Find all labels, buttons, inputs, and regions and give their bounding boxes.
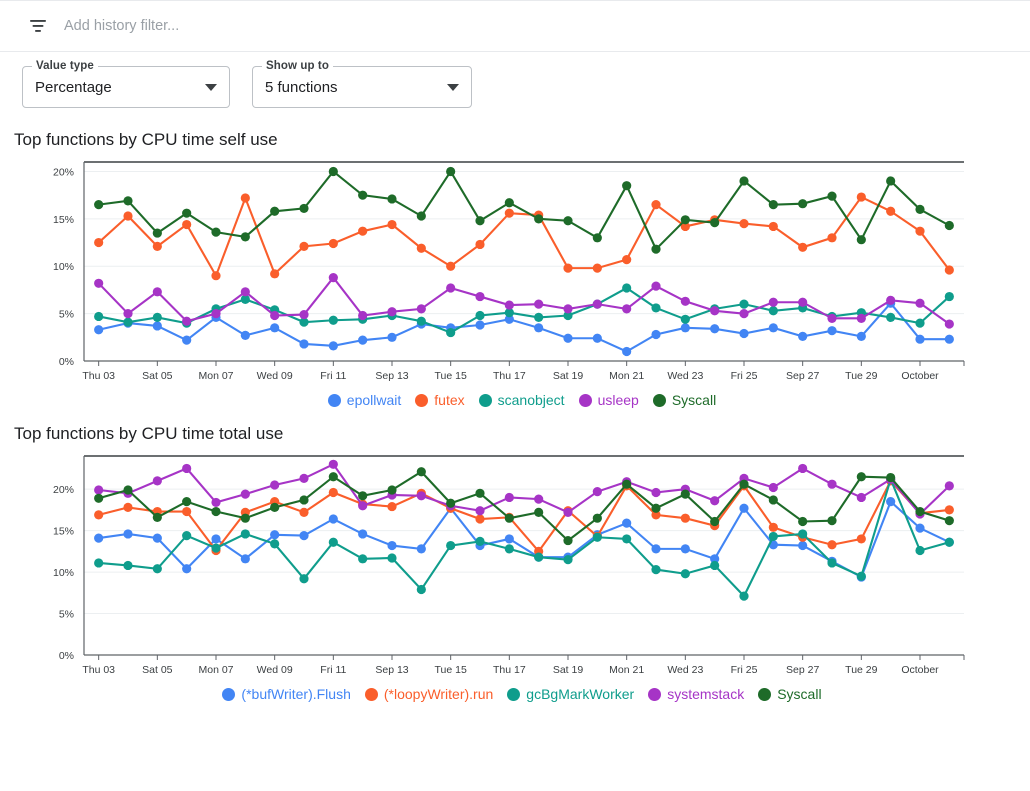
x-tick-label: Mon 21 bbox=[609, 664, 644, 676]
y-tick-label: 0% bbox=[59, 356, 74, 368]
x-tick-label: Thu 03 bbox=[82, 370, 115, 382]
legend-color-dot bbox=[365, 688, 378, 701]
y-tick-label: 10% bbox=[53, 567, 74, 579]
chart-self-use-title: Top functions by CPU time self use bbox=[14, 130, 1030, 156]
legend-label: (*loopyWriter).run bbox=[384, 686, 493, 702]
history-filter-input[interactable] bbox=[64, 18, 704, 34]
value-type-value: Percentage bbox=[35, 79, 197, 96]
x-tick-label: Sep 13 bbox=[375, 664, 408, 676]
y-tick-label: 5% bbox=[59, 309, 74, 321]
x-tick-label: Sep 13 bbox=[375, 370, 408, 382]
x-tick-label: Mon 07 bbox=[198, 664, 233, 676]
legend-item[interactable]: Syscall bbox=[758, 686, 821, 702]
value-type-select[interactable]: Value type Percentage bbox=[22, 66, 230, 108]
x-tick-label: Wed 09 bbox=[257, 664, 293, 676]
show-up-to-select[interactable]: Show up to 5 functions bbox=[252, 66, 472, 108]
legend-color-dot bbox=[579, 394, 592, 407]
chart-controls: Value type Percentage Show up to 5 funct… bbox=[0, 52, 1030, 108]
x-tick-label: Sat 05 bbox=[142, 370, 173, 382]
legend-label: epollwait bbox=[347, 392, 401, 408]
legend-item[interactable]: usleep bbox=[579, 392, 639, 408]
x-tick-label: Thu 17 bbox=[493, 664, 526, 676]
series--bufwriter-flush bbox=[94, 497, 954, 582]
legend-label: gcBgMarkWorker bbox=[526, 686, 634, 702]
x-tick-label: Fri 25 bbox=[731, 370, 758, 382]
x-tick-label: Wed 23 bbox=[667, 664, 703, 676]
legend-label: scanobject bbox=[498, 392, 565, 408]
show-up-to-value: 5 functions bbox=[265, 79, 439, 96]
x-tick-label: Mon 07 bbox=[198, 370, 233, 382]
x-tick-label: Fri 25 bbox=[731, 664, 758, 676]
x-tick-label: Fri 11 bbox=[320, 370, 346, 382]
legend-color-dot bbox=[479, 394, 492, 407]
chart-self-use-legend: epollwait futex scanobject usleep Syscall bbox=[14, 388, 1030, 408]
legend-color-dot bbox=[222, 688, 235, 701]
y-tick-label: 20% bbox=[53, 166, 74, 178]
legend-label: Syscall bbox=[672, 392, 716, 408]
series-gcbgmarkworker bbox=[94, 475, 954, 601]
series-scanobject bbox=[94, 283, 954, 337]
legend-color-dot bbox=[758, 688, 771, 701]
filter-list-icon[interactable] bbox=[28, 16, 48, 36]
x-tick-label: Tue 15 bbox=[435, 664, 467, 676]
y-tick-label: 0% bbox=[59, 650, 74, 662]
x-tick-label: Sep 27 bbox=[786, 370, 819, 382]
x-tick-label: Thu 17 bbox=[493, 370, 526, 382]
series-futex bbox=[94, 192, 954, 280]
y-tick-label: 20% bbox=[53, 484, 74, 496]
legend-color-dot bbox=[507, 688, 520, 701]
legend-item[interactable]: (*bufWriter).Flush bbox=[222, 686, 350, 702]
x-tick-label: Sat 19 bbox=[553, 664, 584, 676]
chart-total-use-legend: (*bufWriter).Flush (*loopyWriter).run gcBg… bbox=[14, 682, 1030, 702]
x-tick-label: Wed 23 bbox=[667, 370, 703, 382]
x-tick-label: Sat 05 bbox=[142, 664, 173, 676]
x-tick-label: Sat 19 bbox=[553, 370, 584, 382]
chart-total-use-block: Top functions by CPU time total use 0% 5%… bbox=[0, 408, 1030, 702]
legend-label: (*bufWriter).Flush bbox=[241, 686, 350, 702]
chevron-down-icon bbox=[447, 84, 459, 91]
profiler-history-page: Value type Percentage Show up to 5 funct… bbox=[0, 0, 1030, 791]
legend-label: usleep bbox=[598, 392, 639, 408]
chart-total-use-plot[interactable]: 0% 5% 10% 15% 20% Thu 03 Sat 05 Mon 07 Wed 09 Fri… bbox=[14, 450, 1030, 682]
legend-color-dot bbox=[648, 688, 661, 701]
x-tick-label: Mon 21 bbox=[609, 370, 644, 382]
chevron-down-icon bbox=[205, 84, 217, 91]
legend-item[interactable]: Syscall bbox=[653, 392, 716, 408]
x-tick-label: Wed 09 bbox=[257, 370, 293, 382]
history-filter-bar bbox=[0, 0, 1030, 52]
y-tick-label: 15% bbox=[53, 526, 74, 538]
y-tick-label: 15% bbox=[53, 214, 74, 226]
legend-item[interactable]: (*loopyWriter).run bbox=[365, 686, 493, 702]
y-tick-label: 5% bbox=[59, 609, 74, 621]
legend-item[interactable]: systemstack bbox=[648, 686, 744, 702]
legend-label: Syscall bbox=[777, 686, 821, 702]
chart-self-use-block: Top functions by CPU time self use 0% 5% 1… bbox=[0, 108, 1030, 408]
y-tick-label: 10% bbox=[53, 261, 74, 273]
chart-total-use-title: Top functions by CPU time total use bbox=[14, 424, 1030, 450]
x-tick-label: October bbox=[901, 370, 939, 382]
legend-item[interactable]: epollwait bbox=[328, 392, 401, 408]
legend-item[interactable]: scanobject bbox=[479, 392, 565, 408]
value-type-label: Value type bbox=[32, 59, 98, 73]
legend-color-dot bbox=[653, 394, 666, 407]
legend-color-dot bbox=[415, 394, 428, 407]
legend-item[interactable]: gcBgMarkWorker bbox=[507, 686, 634, 702]
x-tick-label: Tue 29 bbox=[845, 370, 877, 382]
legend-item[interactable]: futex bbox=[415, 392, 464, 408]
legend-label: systemstack bbox=[667, 686, 744, 702]
legend-color-dot bbox=[328, 394, 341, 407]
chart-self-use-plot[interactable]: 0% 5% 10% 15% 20% Thu 03 Sat 05 Mon 07 Wed 09 Fri… bbox=[14, 156, 1030, 388]
x-tick-label: October bbox=[901, 664, 939, 676]
series-usleep bbox=[94, 273, 954, 329]
show-up-to-label: Show up to bbox=[262, 59, 333, 73]
x-tick-label: Tue 15 bbox=[435, 370, 467, 382]
x-tick-label: Fri 11 bbox=[320, 664, 346, 676]
x-tick-label: Thu 03 bbox=[82, 664, 115, 676]
legend-label: futex bbox=[434, 392, 464, 408]
x-tick-label: Tue 29 bbox=[845, 664, 877, 676]
x-tick-label: Sep 27 bbox=[786, 664, 819, 676]
